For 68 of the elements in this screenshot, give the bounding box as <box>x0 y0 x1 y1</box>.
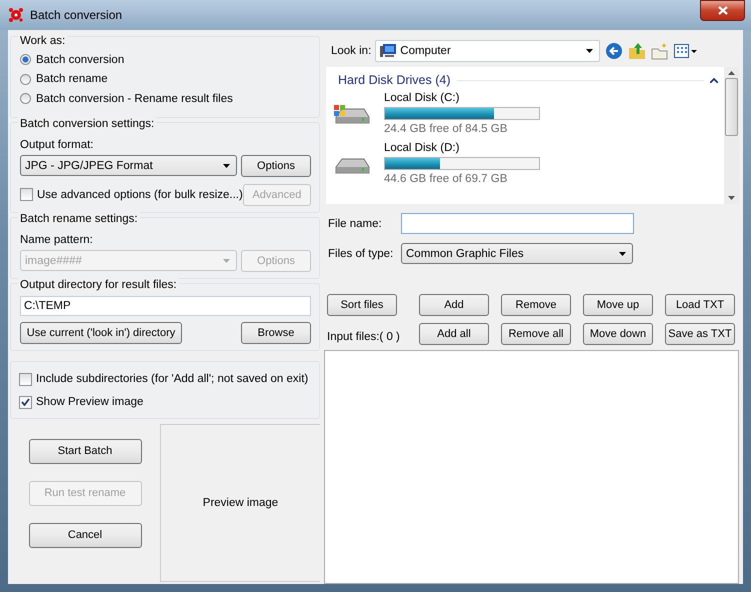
radio-label: Batch rename <box>36 73 108 86</box>
checkmark-icon <box>21 398 30 406</box>
drive-space-text: 44.6 GB free of 69.7 GB <box>384 172 508 187</box>
browse-button[interactable]: Browse <box>241 322 311 344</box>
group-label: Batch rename settings: <box>18 212 140 226</box>
use-current-button[interactable]: Use current ('look in') directory <box>20 322 182 344</box>
preview-label: Preview image <box>202 496 278 509</box>
scroll-down-icon <box>728 196 735 200</box>
file-button[interactable]: Remove all <box>501 323 571 345</box>
drive-space-text: 24.4 GB free of 84.5 GB <box>384 122 508 137</box>
dropdown-arrow-icon <box>223 164 230 168</box>
action-button[interactable]: Start Batch <box>28 438 142 464</box>
group-header: Hard Disk Drives (4) <box>338 73 451 87</box>
file-name-field[interactable] <box>401 213 634 234</box>
look-in-dropdown[interactable]: Computer <box>375 40 600 62</box>
checkbox-label: Show Preview image <box>36 396 144 408</box>
file-button[interactable]: Remove <box>501 294 571 316</box>
scrollbar[interactable] <box>724 67 739 204</box>
file-button[interactable]: Add <box>419 294 489 316</box>
drive-icon <box>334 103 370 125</box>
file-button[interactable]: Move up <box>583 294 653 316</box>
group-label: Batch conversion settings: <box>18 116 156 130</box>
radio-label: Batch conversion <box>36 54 124 66</box>
computer-icon <box>380 44 396 58</box>
close-icon <box>718 6 728 14</box>
view-menu-icon[interactable] <box>674 42 698 60</box>
back-icon[interactable] <box>605 42 624 60</box>
action-button[interactable]: Cancel <box>28 522 142 548</box>
file-button[interactable]: Load TXT <box>665 294 735 316</box>
field-label: Name pattern: <box>20 234 94 246</box>
group-label: Output directory for result files: <box>18 278 179 292</box>
format-dropdown[interactable]: JPG - JPG/JPEG Format <box>20 155 237 176</box>
scroll-thumb[interactable] <box>725 78 738 136</box>
directory-field[interactable]: C:\TEMP <box>20 296 311 316</box>
input-files-label: Input files:( 0 ) <box>327 330 400 345</box>
file-button[interactable]: Add all <box>419 323 489 345</box>
dropdown-arrow-icon <box>223 258 230 262</box>
file-type-dropdown[interactable]: Common Graphic Files <box>401 243 633 264</box>
checkbox[interactable] <box>19 396 32 408</box>
checkbox-label: Include subdirectories (for 'Add all'; not saved on exit) <box>36 373 308 385</box>
new-folder-icon[interactable] <box>651 42 670 60</box>
file-button[interactable]: Sort files <box>327 294 397 316</box>
app-icon <box>8 7 24 23</box>
options-button[interactable]: Options <box>241 154 311 176</box>
radio-button[interactable] <box>20 54 31 66</box>
close-button[interactable] <box>700 0 745 20</box>
field-label: Output format: <box>20 138 95 150</box>
scroll-up-icon <box>728 71 735 75</box>
field-label: File name: <box>328 218 383 230</box>
drive-item[interactable]: Local Disk (D:) 44.6 GB free of 69.7 GB <box>338 141 556 187</box>
checkbox[interactable] <box>20 188 33 201</box>
checkbox-label: Use advanced options (for bulk resize...) <box>37 188 243 200</box>
file-button[interactable]: Save as TXT <box>665 323 735 345</box>
up-folder-icon[interactable] <box>628 42 646 60</box>
field-label: Look in: <box>331 45 372 57</box>
radio-button[interactable] <box>20 93 31 104</box>
collapse-icon <box>710 78 718 82</box>
radio-label: Batch conversion - Rename result files <box>36 92 233 105</box>
dropdown-arrow-icon <box>619 252 626 256</box>
drive-item[interactable]: Local Disk (C:) 24.4 GB free of 84.5 GB <box>338 91 556 137</box>
radio-button[interactable] <box>20 74 31 85</box>
drive-name: Local Disk (D:) <box>384 141 460 156</box>
file-button[interactable]: Move down <box>583 323 653 345</box>
field-label: Files of type: <box>328 248 394 260</box>
dropdown-arrow-icon <box>586 49 594 53</box>
drive-name: Local Disk (C:) <box>384 91 460 106</box>
window-title: Batch conversion <box>30 8 122 22</box>
checkbox[interactable] <box>19 372 32 386</box>
